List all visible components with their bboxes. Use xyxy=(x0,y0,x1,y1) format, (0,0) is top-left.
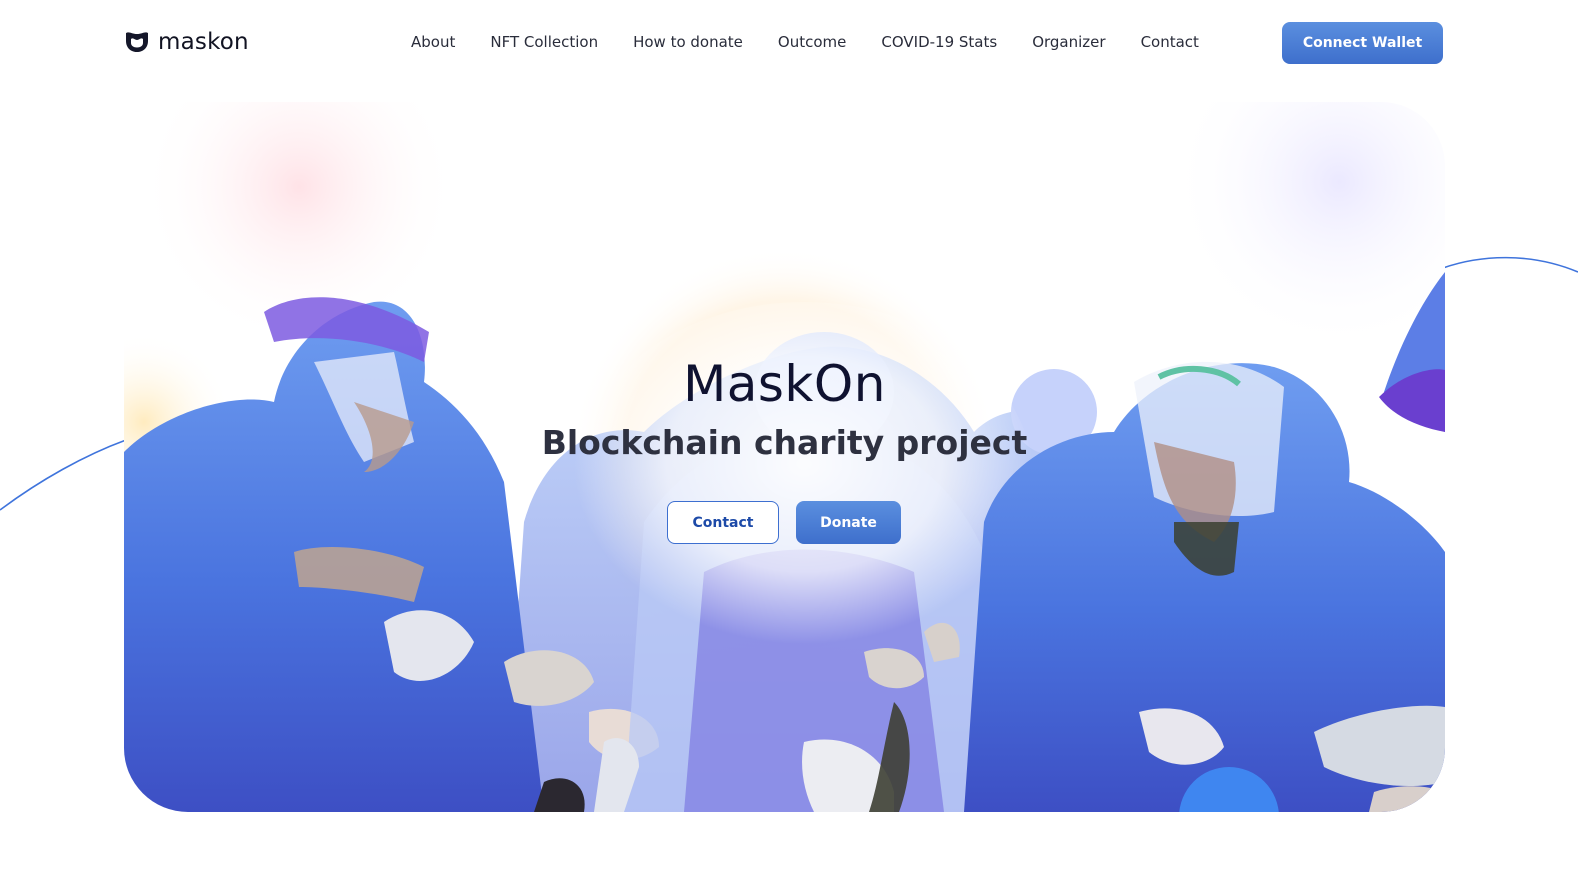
hero-title: MaskOn xyxy=(683,355,886,413)
hero-heading-group: MaskOn Blockchain charity project xyxy=(124,352,1445,466)
brand-logo[interactable]: maskon xyxy=(124,28,249,56)
nav-organizer[interactable]: Organizer xyxy=(1032,33,1105,51)
nav-covid-stats[interactable]: COVID-19 Stats xyxy=(881,33,997,51)
nav-outcome[interactable]: Outcome xyxy=(778,33,846,51)
connect-wallet-button[interactable]: Connect Wallet xyxy=(1282,22,1443,64)
brand-name: maskon xyxy=(158,29,249,55)
top-navbar: maskon About NFT Collection How to donat… xyxy=(0,0,1578,86)
nav-contact[interactable]: Contact xyxy=(1141,33,1199,51)
hero-actions: Contact Donate xyxy=(667,501,901,544)
nav-how-to-donate[interactable]: How to donate xyxy=(633,33,743,51)
donate-button[interactable]: Donate xyxy=(796,501,901,544)
nav-about[interactable]: About xyxy=(411,33,455,51)
landing-page: maskon About NFT Collection How to donat… xyxy=(0,0,1578,875)
hero-subtitle: Blockchain charity project xyxy=(541,423,1028,462)
mask-icon xyxy=(124,30,150,54)
hero-section: MaskOn Blockchain charity project Contac… xyxy=(124,102,1445,812)
nav-nft-collection[interactable]: NFT Collection xyxy=(490,33,598,51)
contact-button[interactable]: Contact xyxy=(667,501,779,544)
main-menu: About NFT Collection How to donate Outco… xyxy=(411,33,1199,51)
